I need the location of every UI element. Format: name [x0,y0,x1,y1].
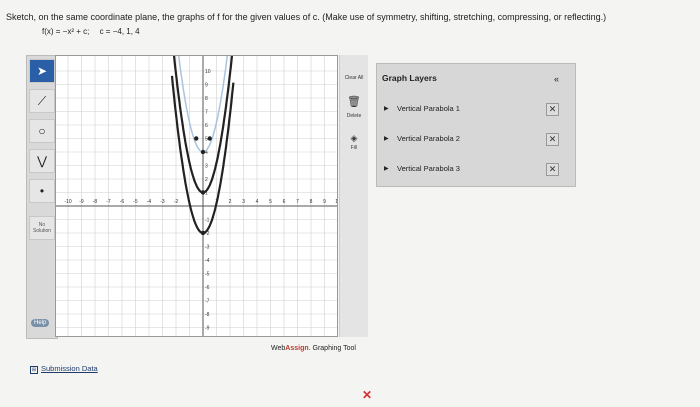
y-tick-label: -6 [205,285,210,291]
y-tick-label: 7 [205,110,208,116]
parabola-icon: ⋁ [37,154,47,168]
incorrect-mark-icon: ✕ [362,388,373,402]
y-tick-label: -9 [205,326,210,332]
y-tick-label: -7 [205,299,210,305]
x-tick-label: -6 [120,199,125,205]
question-text: Sketch, on the same coordinate plane, th… [6,12,607,22]
question-formula: f(x) = −x² + c; c = −4, 1, 4 [42,27,140,36]
x-tick-label: -10 [64,199,71,205]
circle-icon: ○ [38,124,46,138]
delete-layer-icon[interactable]: ✕ [546,103,559,116]
y-tick-label: 10 [205,69,211,75]
layer-item[interactable]: ▶ Vertical Parabola 1 ✕ [377,100,575,120]
y-tick-label: 5 [205,137,208,143]
y-tick-label: -5 [205,272,210,278]
x-tick-label: 4 [256,199,259,205]
curve-point [200,230,206,236]
submission-data-link[interactable]: ⊞ Submission Data [30,364,98,374]
layer-label: Vertical Parabola 2 [397,134,460,143]
layer-item[interactable]: ▶ Vertical Parabola 2 ✕ [377,130,575,150]
c-values: c = −4, 1, 4 [99,27,140,36]
pointer-icon: ➤ [36,64,48,78]
expand-icon[interactable]: ▶ [384,135,389,142]
fill-icon: ◈ [350,133,358,143]
layer-item[interactable]: ▶ Vertical Parabola 3 ✕ [377,160,575,180]
curve-point [200,149,206,155]
expand-box-icon: ⊞ [30,366,38,374]
x-tick-label: -7 [106,199,111,205]
y-tick-label: 6 [205,123,208,129]
pointer-tool-button[interactable]: ➤ [29,59,55,83]
curve-point [194,136,199,141]
expand-icon[interactable]: ▶ [384,105,389,112]
x-tick-label: -4 [147,199,152,205]
x-tick-label: 10 [335,199,337,205]
line-tool-button[interactable]: ⟋ [29,89,55,113]
x-tick-label: -3 [160,199,165,205]
x-tick-label: 7 [296,199,299,205]
x-tick-label: -5 [133,199,138,205]
point-icon: • [39,184,45,198]
help-button[interactable]: Help [31,319,50,327]
layer-label: Vertical Parabola 3 [397,164,460,173]
clear-all-button[interactable]: Clear All [342,75,366,81]
side-actions: Clear All 🗑 Delete ◈ Fill [339,55,368,337]
point-tool-button[interactable]: • [29,179,55,203]
y-tick-label: -4 [205,258,210,264]
graph-canvas[interactable]: -10-9-8-7-6-5-4-3-2123456789101098765432… [55,0,341,345]
x-tick-label: 2 [229,199,232,205]
y-tick-label: 3 [205,164,208,170]
y-tick-label: 2 [205,177,208,183]
y-tick-label: -3 [205,245,210,251]
no-solution-label: No Solution [32,222,52,234]
x-tick-label: -9 [79,199,84,205]
parabola-tool-button[interactable]: ⋁ [29,149,55,173]
circle-tool-button[interactable]: ○ [29,119,55,143]
graph-layers-panel: Graph Layers « ▶ Vertical Parabola 1 ✕ ▶… [376,63,576,187]
delete-layer-icon[interactable]: ✕ [546,133,559,146]
x-tick-label: 5 [269,199,272,205]
layer-label: Vertical Parabola 1 [397,104,460,113]
x-tick-label: 6 [283,199,286,205]
expand-icon[interactable]: ▶ [384,165,389,172]
graph-toolbar: ➤ ⟋ ○ ⋁ • No Solution Help [26,55,58,339]
y-tick-label: -8 [205,312,210,318]
x-tick-label: -8 [93,199,98,205]
trash-icon: 🗑 [347,96,361,108]
x-tick-label: 9 [323,199,326,205]
x-tick-label: 8 [310,199,313,205]
x-tick-label: -2 [174,199,179,205]
formula-text: f(x) = −x² + c; [42,27,90,36]
y-tick-label: 8 [205,96,208,102]
no-solution-button[interactable]: No Solution [29,216,55,240]
fill-button[interactable]: Fill [342,145,366,151]
layers-title: Graph Layers [382,73,437,83]
delete-button[interactable]: Delete [342,113,366,119]
collapse-icon[interactable]: « [554,74,559,84]
line-icon: ⟋ [37,93,47,108]
graph-svg[interactable]: -10-9-8-7-6-5-4-3-2123456789101098765432… [56,0,341,345]
webassign-brand: WebAssign. Graphing Tool [271,345,356,352]
curve-point [207,136,212,141]
delete-layer-icon[interactable]: ✕ [546,163,559,176]
x-tick-label: 3 [242,199,245,205]
curve-point [200,190,206,195]
y-tick-label: -1 [205,218,210,224]
y-tick-label: 9 [205,83,208,89]
